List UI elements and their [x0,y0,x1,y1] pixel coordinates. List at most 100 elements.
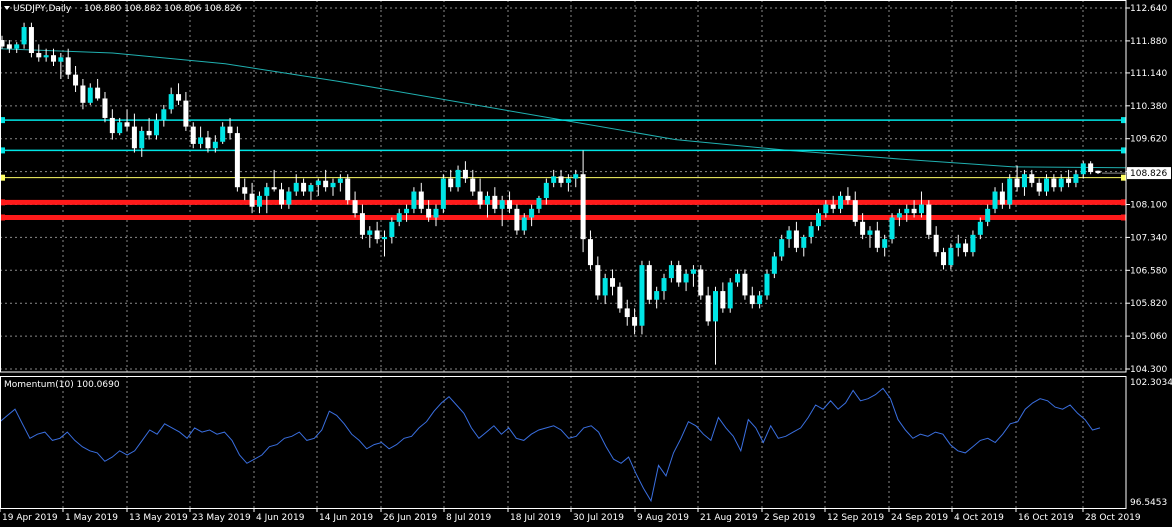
candle-bull [815,213,821,227]
candle-bear [507,200,513,209]
candle-bear [109,117,115,134]
candle-bull [977,221,983,235]
candle-bear [102,98,108,118]
candle-bear [65,57,71,75]
y-tick-label: 112.640 [1130,4,1167,14]
chart-header: USDJPY,Daily 108.880 108.882 108.806 108… [4,4,242,14]
candle-bull [286,191,292,205]
candle-bear [698,269,704,296]
level-marker [1121,147,1126,154]
x-tick-label: 21 Aug 2019 [700,513,758,523]
candle-bull [735,273,741,283]
candle-bear [73,74,79,86]
candle-bear [617,286,623,309]
candle-bear [146,130,152,136]
candle-bear [941,252,947,266]
candle-bull [87,87,93,103]
x-tick-label: 9 Aug 2019 [637,513,689,523]
candle-bear [352,200,358,214]
candle-bear [6,44,12,49]
chart-window[interactable]: 112.640 111.880 111.140 110.380 109.620 108.8… [0,0,1172,527]
level-marker [1121,214,1126,221]
level-marker [1121,199,1126,206]
candle-bull [808,226,814,237]
x-tick-label: 12 Sep 2019 [827,513,884,523]
candle-bull [153,120,159,136]
candle-bear [624,308,630,318]
candle-bull [367,230,373,235]
candle-bull [690,269,696,274]
candle-bear [860,221,866,235]
candle-bear [1066,178,1072,183]
x-tick-label: 4 Oct 2019 [954,513,1004,523]
candle-bear [249,193,255,207]
candle-bull [985,208,991,222]
candle-bear [36,53,42,58]
candle-bull [389,221,395,237]
candle-bull [955,243,961,248]
current-price-label: 108.826 [1130,169,1167,179]
candle-bull [381,236,387,240]
candle-bull [21,27,27,45]
candle-bull [1021,174,1027,188]
candle-bear [124,122,130,127]
candle-bear [595,265,601,296]
x-tick-label: 18 Jul 2019 [510,513,561,523]
momentum-tick-label: 102.3034 [1130,378,1172,388]
candle-bear [359,213,365,235]
candle-bull [771,256,777,274]
momentum-label: Momentum(10) 100.0690 [4,380,120,390]
candle-bear [190,126,196,144]
candle-bull [1007,178,1013,205]
candle-bull [801,236,807,248]
candle-bear [271,187,277,190]
candle-bear [926,204,932,235]
candle-bear [477,191,483,205]
candle-bear [749,295,755,305]
candle-bull [293,182,299,192]
candle-bull [433,208,439,218]
candle-bull [904,208,910,214]
y-tick-label: 105.060 [1130,332,1167,342]
candle-bull [882,239,888,248]
candle-bear [1051,178,1057,188]
chart-background [0,0,1172,527]
candle-bull [1080,163,1086,175]
candle-bull [764,273,770,296]
candle-bear [580,174,586,240]
candle-bull [918,204,924,214]
candle-bear [933,234,939,253]
candle-bull [220,126,226,142]
candle-bear [742,273,748,296]
y-tick-label: 105.820 [1130,299,1167,309]
candle-bear [558,176,564,183]
candle-bear [492,195,498,209]
candle-bear [131,126,137,149]
x-tick-label: 28 Oct 2019 [1085,513,1141,523]
chart-canvas[interactable]: 112.640 111.880 111.140 110.380 109.620 108.8… [0,0,1172,527]
candle-bear [793,230,799,248]
candle-bull [536,198,542,209]
x-tick-label: 19 Apr 2019 [2,513,58,523]
candle-bull [889,217,895,240]
candle-bear [80,85,86,103]
candle-bull [440,178,446,209]
candle-bear [720,291,726,309]
candle-bear [242,187,248,194]
x-tick-label: 24 Sep 2019 [891,513,948,523]
candle-bull [264,187,270,196]
level-marker [1121,174,1126,181]
x-tick-label: 1 May 2019 [65,513,118,523]
candle-bull [823,204,829,214]
candle-bull [1044,178,1050,192]
candle-bull [838,195,844,209]
x-tick-label: 13 May 2019 [129,513,188,523]
candle-bear [705,295,711,322]
candle-bull [654,291,660,300]
candle-bull [992,191,998,209]
candle-bear [28,27,34,54]
candle-bull [484,195,490,205]
candle-bull [757,295,763,305]
candle-bull [396,213,402,222]
candle-bull [668,265,674,279]
